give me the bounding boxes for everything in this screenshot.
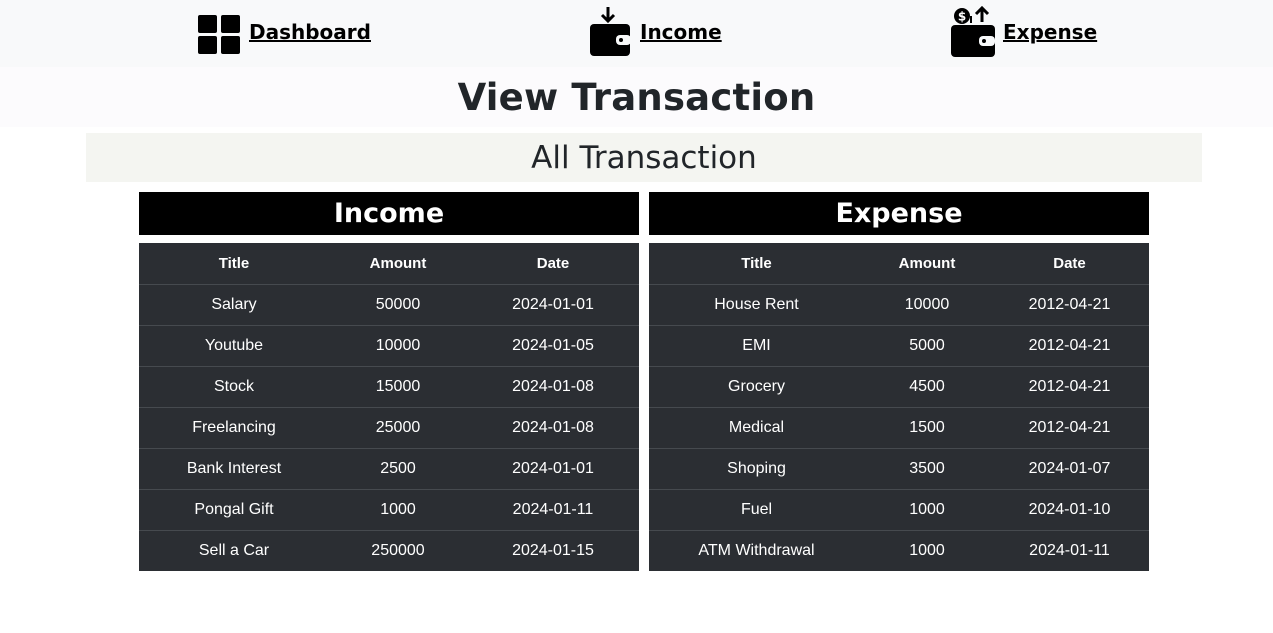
- cell-amount: 10000: [329, 325, 467, 367]
- cell-amount: 5000: [864, 325, 990, 367]
- table-row: Pongal Gift 1000 2024-01-11: [139, 489, 639, 531]
- table-row: Salary 50000 2024-01-01: [139, 284, 639, 326]
- cell-amount: 50000: [329, 284, 467, 326]
- cell-date: 2024-01-11: [467, 489, 639, 531]
- cell-date: 2012-04-21: [990, 407, 1149, 449]
- table-row: Freelancing 25000 2024-01-08: [139, 407, 639, 449]
- cell-date: 2024-01-08: [467, 407, 639, 449]
- cell-date: 2012-04-21: [990, 366, 1149, 408]
- table-row: Grocery 4500 2012-04-21: [649, 366, 1149, 408]
- cell-date: 2024-01-05: [467, 325, 639, 367]
- table-row: EMI 5000 2012-04-21: [649, 325, 1149, 367]
- column-header-amount: Amount: [864, 243, 990, 285]
- income-heading: Income: [139, 192, 639, 235]
- dashboard-grid-icon: [197, 10, 243, 54]
- cell-date: 2024-01-01: [467, 284, 639, 326]
- table-row: Medical 1500 2012-04-21: [649, 407, 1149, 449]
- section-title: All Transaction: [531, 139, 757, 176]
- cell-title: Youtube: [139, 325, 329, 367]
- nav-label-expense: Expense: [1003, 20, 1098, 44]
- cell-title: Fuel: [649, 489, 864, 531]
- table-row: Fuel 1000 2024-01-10: [649, 489, 1149, 531]
- cell-title: Stock: [139, 366, 329, 408]
- income-table-header-row: Title Amount Date: [139, 243, 639, 285]
- wallet-in-icon: [588, 6, 634, 58]
- cell-amount: 15000: [329, 366, 467, 408]
- column-header-title: Title: [139, 243, 329, 285]
- cell-amount: 250000: [371, 541, 425, 559]
- cell-title: ATM Withdrawal: [698, 541, 815, 559]
- svg-text:$: $: [958, 10, 966, 24]
- table-row: Youtube 10000 2024-01-05: [139, 325, 639, 367]
- cell-date: 2012-04-21: [990, 284, 1149, 326]
- cell-date: 2024-01-15: [512, 541, 594, 559]
- cell-amount: 2500: [329, 448, 467, 490]
- nav-link-dashboard[interactable]: Dashboard: [197, 6, 371, 58]
- table-row: Shoping 3500 2024-01-07: [649, 448, 1149, 490]
- column-header-date: Date: [467, 243, 639, 285]
- cell-title: Shoping: [649, 448, 864, 490]
- cell-title: Salary: [139, 284, 329, 326]
- top-navbar: Dashboard Income $ Expense: [0, 0, 1273, 67]
- table-row: Sell a Car 250000 2024-01-15: [139, 530, 639, 571]
- page-title-bar: View Transaction: [0, 67, 1273, 127]
- table-row: House Rent 10000 2012-04-21: [649, 284, 1149, 326]
- table-row: Stock 15000 2024-01-08: [139, 366, 639, 408]
- cell-amount: 1000: [864, 489, 990, 531]
- cell-title: House Rent: [649, 284, 864, 326]
- cell-title: Medical: [649, 407, 864, 449]
- column-header-amount: Amount: [329, 243, 467, 285]
- column-header-date: Date: [990, 243, 1149, 285]
- section-title-bar: All Transaction: [86, 133, 1202, 182]
- nav-link-expense[interactable]: $ Expense: [949, 6, 1097, 58]
- nav-link-income[interactable]: Income: [588, 6, 722, 58]
- cell-date: 2024-01-01: [467, 448, 639, 490]
- page-title: View Transaction: [457, 75, 816, 119]
- cell-amount: 10000: [864, 284, 990, 326]
- cell-title: EMI: [649, 325, 864, 367]
- expense-heading: Expense: [649, 192, 1149, 235]
- cell-date: 2024-01-07: [990, 448, 1149, 490]
- table-row: ATM Withdrawal 1000 2024-01-11: [649, 530, 1149, 571]
- column-header-title: Title: [649, 243, 864, 285]
- nav-label-income: Income: [640, 20, 722, 44]
- cell-amount: 1000: [329, 489, 467, 531]
- expense-table: Title Amount Date House Rent 10000 2012-…: [649, 243, 1149, 571]
- cell-amount: 1000: [909, 541, 945, 559]
- cell-date: 2024-01-08: [467, 366, 639, 408]
- cell-title: Sell a Car: [198, 541, 270, 559]
- cell-title: Grocery: [649, 366, 864, 408]
- cell-amount: 4500: [864, 366, 990, 408]
- wallet-out-icon: $: [949, 6, 997, 58]
- cell-amount: 1500: [864, 407, 990, 449]
- cell-title: Bank Interest: [139, 448, 329, 490]
- cell-title: Pongal Gift: [139, 489, 329, 531]
- expense-table-header-row: Title Amount Date: [649, 243, 1149, 285]
- cell-date: 2024-01-10: [990, 489, 1149, 531]
- income-table: Title Amount Date Salary 50000 2024-01-0…: [139, 243, 639, 571]
- cell-date: 2012-04-21: [990, 325, 1149, 367]
- cell-date: 2024-01-11: [1029, 541, 1110, 559]
- table-row: Bank Interest 2500 2024-01-01: [139, 448, 639, 490]
- nav-label-dashboard: Dashboard: [249, 20, 371, 44]
- cell-title: Freelancing: [139, 407, 329, 449]
- cell-amount: 3500: [864, 448, 990, 490]
- cell-amount: 25000: [329, 407, 467, 449]
